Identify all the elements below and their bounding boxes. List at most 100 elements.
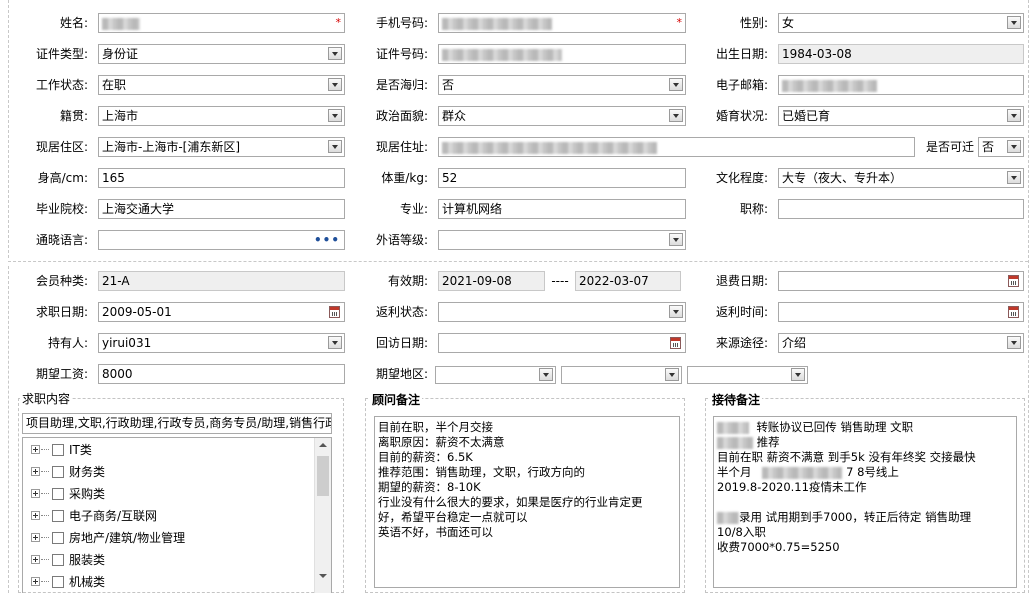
plus-box-icon[interactable] <box>31 577 40 586</box>
chevron-down-icon[interactable] <box>1007 336 1021 349</box>
residence-area-select[interactable]: 上海市-上海市-[浦东新区] <box>98 137 345 157</box>
foreign-level-select[interactable] <box>438 230 686 250</box>
note-line: 2019.8-2020.11疫情未工作 <box>717 480 867 494</box>
tree-scrollbar[interactable] <box>314 438 331 593</box>
chevron-down-icon[interactable] <box>328 78 342 91</box>
name-field[interactable]: * <box>98 13 345 33</box>
major-field[interactable]: 计算机网络 <box>438 199 686 219</box>
advisor-notes-title: 顾问备注 <box>370 393 423 407</box>
tree-item-label: 机械类 <box>69 575 106 589</box>
chevron-down-icon[interactable] <box>669 109 683 122</box>
chevron-down-icon[interactable] <box>665 368 679 381</box>
chevron-down-icon[interactable] <box>328 336 342 349</box>
chevron-down-icon[interactable] <box>539 368 553 381</box>
refund-date-field[interactable] <box>778 271 1024 291</box>
plus-box-icon[interactable] <box>31 445 40 454</box>
work-status-select[interactable]: 在职 <box>98 75 345 95</box>
plus-box-icon[interactable] <box>31 467 40 476</box>
overseas-select[interactable]: 否 <box>438 75 686 95</box>
checkbox-icon[interactable] <box>52 532 64 544</box>
plus-box-icon[interactable] <box>31 533 40 542</box>
scrollbar-thumb[interactable] <box>317 456 329 496</box>
valid-from-field: 2021-09-08 <box>438 271 545 291</box>
calendar-icon[interactable] <box>1008 306 1019 318</box>
checkbox-icon[interactable] <box>52 576 64 588</box>
weight-value: 52 <box>442 171 458 185</box>
checkbox-icon[interactable] <box>52 466 64 478</box>
birth-date-field: 1984-03-08 <box>778 44 1024 64</box>
chevron-down-icon[interactable] <box>1007 171 1021 184</box>
calendar-icon[interactable] <box>1008 275 1019 287</box>
reception-notes-textarea[interactable]: 转账协议已回传 销售助理 文职 推荐 目前在职 薪资不满意 到手5k 没有年终奖… <box>713 416 1017 588</box>
id-type-select[interactable]: 身份证 <box>98 44 345 64</box>
chevron-down-icon[interactable] <box>328 47 342 60</box>
region-district-select[interactable] <box>687 366 808 384</box>
political-label: 政治面貌: <box>375 109 428 123</box>
redacted-address <box>442 141 657 154</box>
checkbox-icon[interactable] <box>52 510 64 522</box>
height-value: 165 <box>102 171 125 185</box>
salary-value: 8000 <box>102 367 133 381</box>
job-content-summary[interactable]: 项目助理,文职,行政助理,行政专员,商务专员/助理,销售行政 <box>22 413 332 434</box>
redacted-id-number <box>442 48 562 61</box>
political-select[interactable]: 群众 <box>438 106 686 126</box>
calendar-icon[interactable] <box>329 306 340 318</box>
plus-box-icon[interactable] <box>31 555 40 564</box>
chevron-down-icon[interactable] <box>669 233 683 246</box>
email-field[interactable] <box>778 75 1024 95</box>
height-field[interactable]: 165 <box>98 168 345 188</box>
title-field[interactable] <box>778 199 1024 219</box>
gender-select[interactable]: 女 <box>778 13 1024 33</box>
relocate-select[interactable]: 否 <box>978 137 1024 157</box>
region-city-select[interactable] <box>561 366 682 384</box>
chevron-down-icon[interactable] <box>791 368 805 381</box>
chevron-down-icon[interactable] <box>328 109 342 122</box>
checkbox-icon[interactable] <box>52 444 64 456</box>
chevron-down-icon[interactable] <box>669 305 683 318</box>
foreign-level-label: 外语等级: <box>375 233 428 247</box>
marital-select[interactable]: 已婚已育 <box>778 106 1024 126</box>
checkbox-icon[interactable] <box>52 488 64 500</box>
weight-field[interactable]: 52 <box>438 168 686 188</box>
visit-date-field[interactable] <box>438 333 686 353</box>
region-province-select[interactable] <box>435 366 556 384</box>
education-value: 大专（夜大、专升本） <box>782 171 903 185</box>
native-place-select[interactable]: 上海市 <box>98 106 345 126</box>
chevron-down-icon[interactable] <box>328 140 342 153</box>
source-select[interactable]: 介绍 <box>778 333 1024 353</box>
checkbox-icon[interactable] <box>52 554 64 566</box>
weight-label: 体重/kg: <box>381 171 428 185</box>
overseas-label: 是否海归: <box>375 78 428 92</box>
plus-box-icon[interactable] <box>31 489 40 498</box>
chevron-down-icon[interactable] <box>1007 109 1021 122</box>
phone-field[interactable]: * <box>438 13 686 33</box>
id-number-field[interactable] <box>438 44 686 64</box>
salary-label: 期望工资: <box>35 367 88 381</box>
redacted-phone <box>442 17 552 30</box>
chevron-down-icon[interactable] <box>1007 140 1021 153</box>
chevron-down-icon[interactable] <box>1007 16 1021 29</box>
scroll-up-icon[interactable] <box>319 443 327 447</box>
holder-select[interactable]: yirui031 <box>98 333 345 353</box>
school-field[interactable]: 上海交通大学 <box>98 199 345 219</box>
plus-box-icon[interactable] <box>31 511 40 520</box>
rebate-status-label: 返利状态: <box>375 305 428 319</box>
rebate-time-label: 返利时间: <box>715 305 768 319</box>
scroll-down-icon[interactable] <box>319 574 327 578</box>
salary-field[interactable]: 8000 <box>98 364 345 384</box>
relocate-value: 否 <box>982 140 995 154</box>
job-date-field[interactable]: 2009-05-01 <box>98 302 345 322</box>
rebate-status-select[interactable] <box>438 302 686 322</box>
residence-address-field[interactable] <box>438 137 915 157</box>
member-type-label: 会员种类: <box>35 274 88 288</box>
redacted-email <box>782 79 877 92</box>
rebate-time-field[interactable] <box>778 302 1024 322</box>
chevron-down-icon[interactable] <box>669 78 683 91</box>
advisor-notes-textarea[interactable]: 目前在职，半个月交接 离职原因：薪资不太满意 目前的薪资：6.5K 推荐范围：销… <box>374 416 680 588</box>
education-select[interactable]: 大专（夜大、专升本） <box>778 168 1024 188</box>
calendar-icon[interactable] <box>670 337 681 349</box>
ellipsis-icon[interactable]: ••• <box>314 231 340 249</box>
language-field[interactable]: ••• <box>98 230 345 250</box>
major-label: 专业: <box>399 202 428 216</box>
residence-address-label: 现居住址: <box>375 140 428 154</box>
